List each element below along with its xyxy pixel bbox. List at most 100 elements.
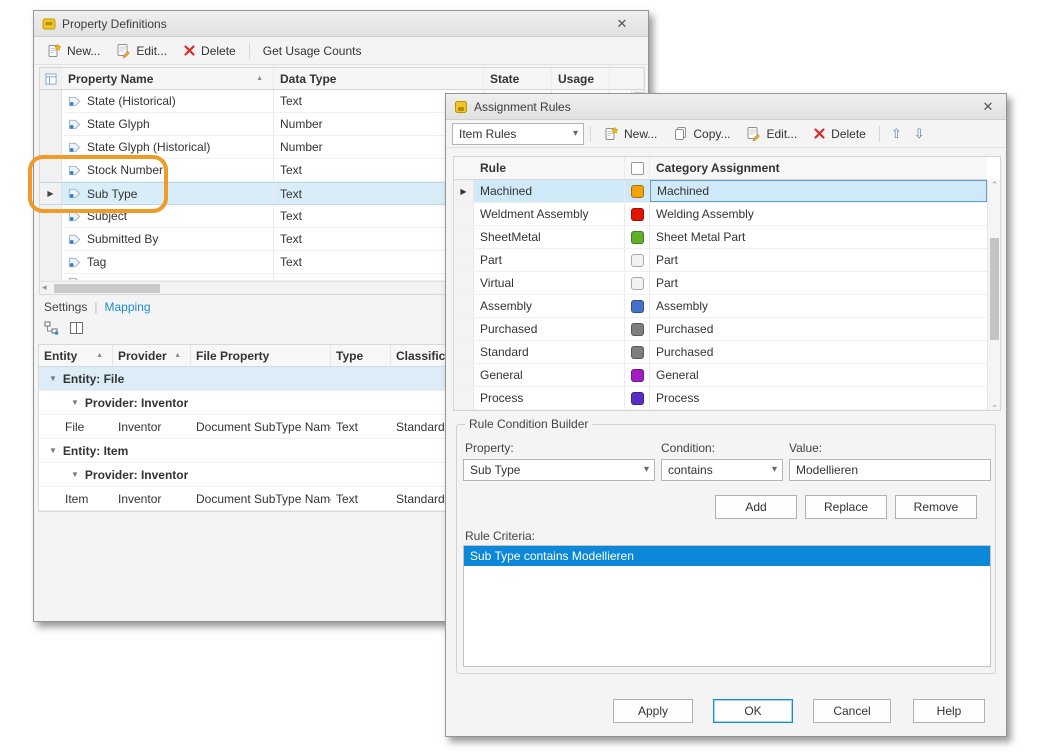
- new-document-icon: [604, 126, 619, 141]
- move-up-icon[interactable]: ⇧: [886, 126, 907, 142]
- rule-row[interactable]: ▶ Assembly Assembly: [454, 295, 987, 318]
- collapse-icon[interactable]: ▼: [49, 446, 57, 455]
- row-selector-cell: ▶: [454, 272, 474, 294]
- assignment-rules-window: Assignment Rules ✕ Item Rules ▾ New... C…: [445, 93, 1007, 737]
- close-icon[interactable]: ✕: [612, 14, 632, 34]
- file-property-cell: Document SubType Name: [191, 415, 331, 438]
- rule-row[interactable]: ▶ Process Process: [454, 387, 987, 410]
- category-assignment-cell: Part: [650, 249, 987, 271]
- property-value: Sub Type: [470, 463, 520, 477]
- get-usage-counts-button[interactable]: Get Usage Counts: [256, 41, 369, 61]
- property-name-cell: Subject: [62, 205, 274, 227]
- delete-button[interactable]: Delete: [806, 124, 873, 144]
- new-button-label: New...: [624, 127, 657, 141]
- collapse-icon[interactable]: ▼: [49, 374, 57, 383]
- new-document-icon: [47, 43, 62, 58]
- tab-settings[interactable]: Settings: [44, 300, 87, 314]
- type-cell: Text: [331, 487, 391, 510]
- vertical-scrollbar[interactable]: ⌃ ⌄: [987, 180, 1000, 410]
- scroll-left-icon[interactable]: ◂: [42, 282, 47, 293]
- row-selector-cell: ▶: [40, 274, 62, 281]
- rule-set-combobox[interactable]: Item Rules ▾: [452, 123, 584, 145]
- vscroll-thumb[interactable]: [990, 238, 999, 340]
- category-color-swatch: [631, 300, 644, 313]
- provider-cell: Inventor: [113, 415, 191, 438]
- collapse-icon[interactable]: ▼: [71, 470, 79, 479]
- edit-button[interactable]: Edit...: [109, 40, 174, 61]
- rule-row[interactable]: ▶ Standard Purchased: [454, 341, 987, 364]
- column-header-rule[interactable]: Rule: [474, 157, 624, 179]
- grid-selector-icon: [45, 73, 57, 85]
- column-header-usage[interactable]: Usage: [552, 68, 610, 89]
- tab-mapping[interactable]: Mapping: [104, 300, 150, 314]
- apply-button[interactable]: Apply: [613, 699, 693, 723]
- new-button[interactable]: New...: [40, 40, 107, 61]
- rule-row[interactable]: ▶ General General: [454, 364, 987, 387]
- rule-row[interactable]: ▶ Machined Machined: [454, 180, 987, 203]
- row-selector-cell: ▶: [40, 251, 62, 273]
- column-header-file-property[interactable]: File Property: [191, 345, 331, 366]
- scroll-up-icon[interactable]: ⌃: [988, 180, 1001, 191]
- rules-grid-header: Rule Category Assignment: [454, 157, 987, 180]
- column-header-data-type[interactable]: Data Type: [274, 68, 484, 89]
- entity-group-label: Entity: File: [63, 372, 124, 386]
- help-button[interactable]: Help: [913, 699, 985, 723]
- replace-button[interactable]: Replace: [805, 495, 887, 519]
- hierarchy-view-icon[interactable]: [44, 321, 59, 335]
- row-selector-cell: ▶: [40, 183, 62, 204]
- close-icon[interactable]: ✕: [978, 97, 998, 117]
- row-selector-cell: ▶: [454, 180, 474, 202]
- move-down-icon[interactable]: ⇩: [909, 126, 930, 142]
- rule-row[interactable]: ▶ Purchased Purchased: [454, 318, 987, 341]
- sort-ascending-icon: ▲: [256, 75, 267, 82]
- add-button[interactable]: Add: [715, 495, 797, 519]
- property-combobox[interactable]: Sub Type ▾: [463, 459, 655, 481]
- edit-button[interactable]: Edit...: [739, 123, 804, 144]
- row-selector-cell: ▶: [40, 113, 62, 135]
- category-assignment-cell: Welding Assembly: [650, 203, 987, 225]
- rule-row[interactable]: ▶ Part Part: [454, 249, 987, 272]
- delete-button[interactable]: Delete: [176, 41, 243, 61]
- pd-titlebar: Property Definitions ✕: [34, 11, 648, 37]
- cancel-button[interactable]: Cancel: [813, 699, 891, 723]
- property-name-cell: Tag: [62, 251, 274, 273]
- remove-button[interactable]: Remove: [895, 495, 977, 519]
- collapse-icon[interactable]: ▼: [71, 398, 79, 407]
- column-header-state[interactable]: State: [484, 68, 552, 89]
- copy-button[interactable]: Copy...: [666, 123, 737, 144]
- column-header-type[interactable]: Type: [331, 345, 391, 366]
- column-header-property-name[interactable]: Property Name ▲: [62, 68, 274, 89]
- column-header-entity[interactable]: Entity ▲: [39, 345, 113, 366]
- edit-button-label: Edit...: [766, 127, 797, 141]
- scroll-down-icon[interactable]: ⌄: [988, 399, 1001, 410]
- category-color-swatch: [631, 185, 644, 198]
- criteria-item[interactable]: Sub Type contains Modellieren: [464, 546, 990, 566]
- property-name: Submitted By: [87, 232, 158, 246]
- category-assignment-cell: Purchased: [650, 341, 987, 363]
- ok-button[interactable]: OK: [713, 699, 793, 723]
- row-marker-icon: ▶: [460, 187, 466, 196]
- ar-toolbar: Item Rules ▾ New... Copy... Edit... Dele…: [446, 120, 1006, 148]
- delete-button-label: Delete: [831, 127, 866, 141]
- condition-combobox[interactable]: contains ▾: [661, 459, 783, 481]
- column-header-provider[interactable]: Provider ▲: [113, 345, 191, 366]
- rule-row[interactable]: ▶ SheetMetal Sheet Metal Part: [454, 226, 987, 249]
- assignment-rules-app-icon: [454, 100, 468, 114]
- value-input[interactable]: [789, 459, 991, 481]
- rule-row[interactable]: ▶ Weldment Assembly Welding Assembly: [454, 203, 987, 226]
- property-name-cell: [62, 274, 274, 281]
- new-button[interactable]: New...: [597, 123, 664, 144]
- row-selector-cell: ▶: [40, 136, 62, 158]
- property-name: State Glyph (Historical): [87, 140, 210, 154]
- hscroll-thumb[interactable]: [54, 284, 160, 293]
- rule-criteria-label: Rule Criteria:: [465, 529, 535, 543]
- rule-row[interactable]: ▶ Virtual Part: [454, 272, 987, 295]
- rule-name-cell: Purchased: [474, 318, 624, 340]
- category-assignment-cell: General: [650, 364, 987, 386]
- column-header-category-assignment[interactable]: Category Assignment: [650, 157, 987, 179]
- category-assignment-cell: Process: [650, 387, 987, 409]
- select-all-checkbox[interactable]: [631, 162, 644, 175]
- category-color-swatch: [631, 323, 644, 336]
- columns-view-icon[interactable]: [69, 321, 84, 335]
- category-color-swatch: [631, 277, 644, 290]
